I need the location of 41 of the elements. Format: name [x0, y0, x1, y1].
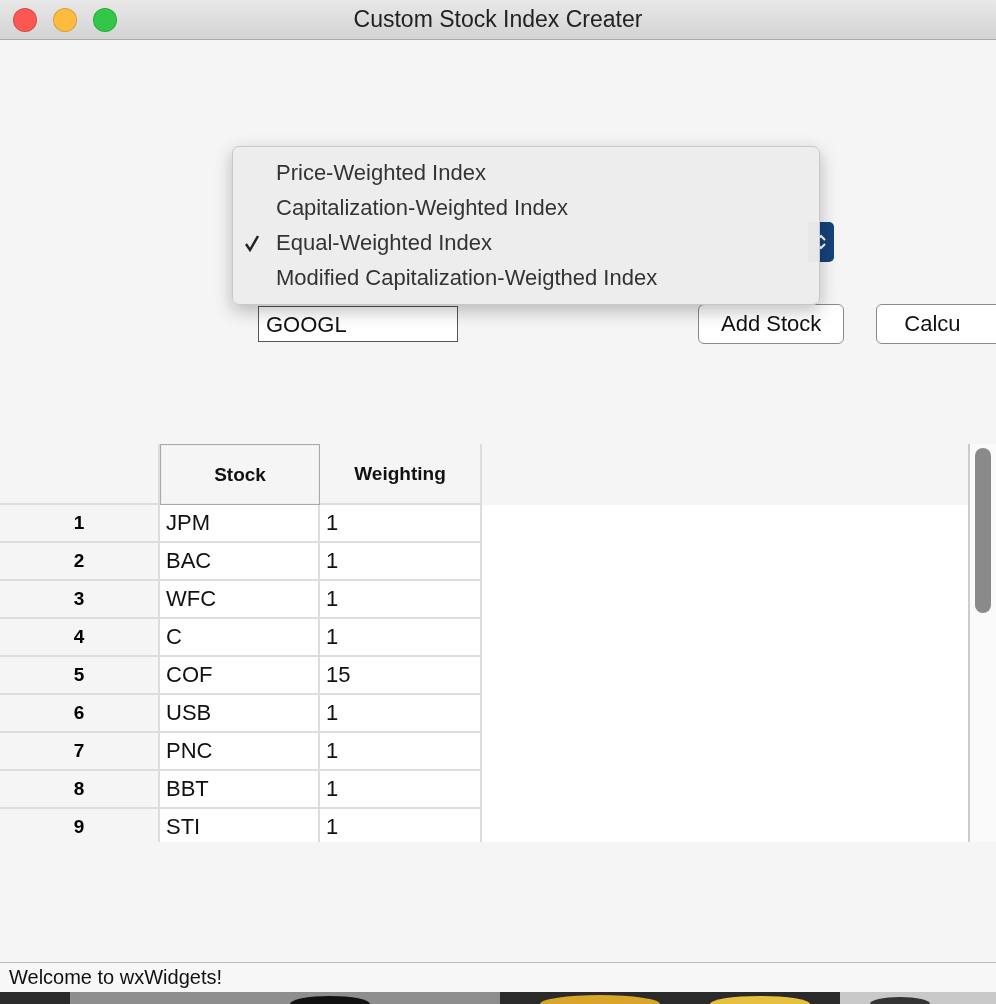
table-cell: 1	[320, 771, 482, 809]
table-cell: PNC	[160, 733, 320, 771]
column-header[interactable]: Stock	[160, 444, 320, 505]
minimize-button[interactable]	[53, 7, 77, 32]
table-cell: 15	[320, 657, 482, 695]
table-cell: COF	[160, 657, 320, 695]
window-title: Custom Stock Index Creater	[353, 6, 643, 33]
scrollbar[interactable]	[968, 444, 996, 842]
table-cell: 1	[320, 733, 482, 771]
table-cell: 1	[320, 543, 482, 581]
menu-item[interactable]: Modified Capitalization-Weigthed Index	[233, 260, 819, 296]
table-cell: C	[160, 619, 320, 657]
table-cell: 1	[320, 581, 482, 619]
table-cell: USB	[160, 695, 320, 733]
menu-item[interactable]: Price-Weighted Index	[233, 155, 819, 191]
row-header: 2	[0, 543, 160, 581]
menu-item[interactable]: Equal-Weighted Index	[233, 225, 819, 261]
scrollbar-thumb[interactable]	[975, 448, 991, 613]
table-cell: 1	[320, 619, 482, 657]
symbol-input[interactable]: GOOGL	[258, 306, 458, 342]
row-header: 3	[0, 581, 160, 619]
row-header: 4	[0, 619, 160, 657]
table-cell: 1	[320, 505, 482, 543]
table-cell: 1	[320, 695, 482, 733]
row-header: 6	[0, 695, 160, 733]
calculate-button[interactable]: Calcu	[876, 304, 996, 344]
menu-item[interactable]: Capitalization-Weighted Index	[233, 190, 819, 226]
zoom-button[interactable]	[93, 7, 117, 32]
row-header: 1	[0, 505, 160, 543]
row-header: 9	[0, 809, 160, 842]
table-cell: BBT	[160, 771, 320, 809]
close-button[interactable]	[13, 7, 37, 32]
row-header: 7	[0, 733, 160, 771]
table-cell: BAC	[160, 543, 320, 581]
table-cell: WFC	[160, 581, 320, 619]
row-header: 8	[0, 771, 160, 809]
column-header[interactable]: Weighting	[320, 444, 482, 505]
add-stock-button[interactable]: Add Stock	[698, 304, 845, 344]
table-cell: JPM	[160, 505, 320, 543]
row-header: 5	[0, 657, 160, 695]
checkmark-icon	[245, 234, 259, 253]
